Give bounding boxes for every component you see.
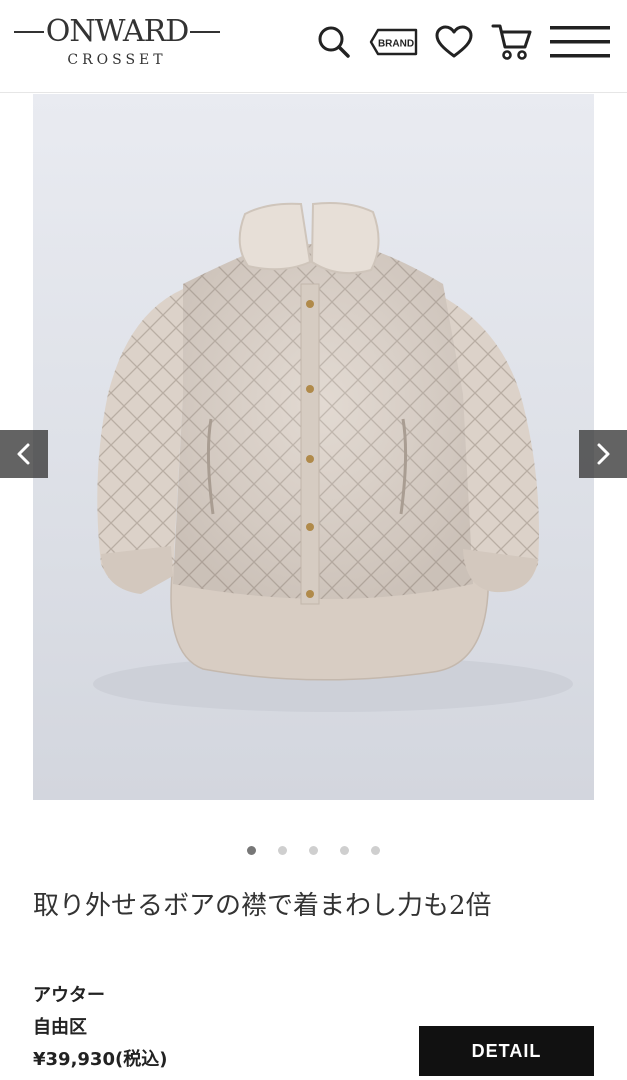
detail-button[interactable]: DETAIL (419, 1026, 594, 1076)
chevron-right-icon (597, 443, 610, 465)
site-header: ONWARD CROSSET BRAND (0, 0, 627, 93)
cart-icon (491, 24, 532, 60)
carousel-next-button[interactable] (579, 430, 627, 478)
brand-icon-label: BRAND (378, 39, 414, 50)
quilted-jacket-image (93, 202, 573, 712)
carousel-prev-button[interactable] (0, 430, 48, 478)
product-price: ¥39,930(税込) (33, 1049, 168, 1070)
menu-icon (550, 26, 610, 58)
product-headline: 取り外せるボアの襟で着まわし力も2倍 (33, 891, 492, 921)
carousel-slide[interactable] (33, 94, 594, 800)
search-button[interactable] (312, 20, 356, 64)
logo-sub-text: CROSSET (67, 52, 167, 68)
pagination-dot[interactable] (371, 846, 380, 855)
pagination-dot[interactable] (309, 846, 318, 855)
product-category: アウター (33, 985, 105, 1006)
product-meta: アウター 自由区 ¥39,930(税込) (33, 980, 167, 1076)
menu-button[interactable] (548, 20, 612, 64)
onward-crosset-logo[interactable]: ONWARD CROSSET (14, 12, 220, 74)
carousel-pagination (0, 842, 627, 860)
search-icon (318, 26, 350, 58)
favorites-button[interactable] (434, 20, 474, 64)
brand-button[interactable]: BRAND (368, 20, 420, 64)
cart-button[interactable] (490, 20, 534, 64)
pagination-dot[interactable] (247, 846, 256, 855)
chevron-left-icon (17, 443, 30, 465)
brand-icon: BRAND (369, 28, 418, 56)
product-brand: 自由区 (33, 1017, 87, 1038)
logo-main-text: ONWARD (45, 14, 189, 49)
logo-wordmark: ONWARD (14, 12, 220, 52)
heart-icon (435, 25, 473, 58)
product-carousel[interactable] (0, 92, 627, 802)
pagination-dot[interactable] (340, 846, 349, 855)
pagination-dot[interactable] (278, 846, 287, 855)
